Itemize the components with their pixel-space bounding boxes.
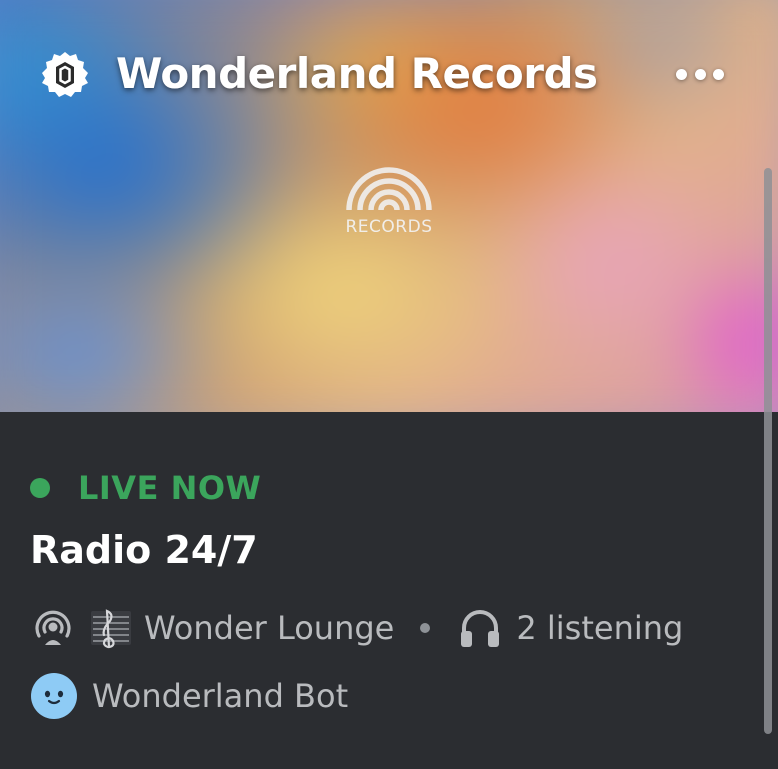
bot-avatar-icon	[31, 673, 77, 719]
more-options-button[interactable]	[668, 56, 732, 92]
live-status-label: LIVE NOW	[78, 469, 262, 507]
more-options-icon	[676, 68, 687, 80]
listening-count: 2 listening	[516, 609, 684, 647]
server-name: Wonderland Records	[116, 49, 598, 98]
live-indicator-icon	[30, 478, 50, 498]
event-meta: Wonder Lounge 2 listening	[30, 604, 683, 652]
stage-event-card: RECORDS Wonderland Records LIVE NOW Radi…	[0, 0, 778, 769]
records-logo: RECORDS	[330, 160, 448, 244]
server-badge-icon	[42, 52, 88, 97]
stage-channel-icon	[35, 610, 71, 645]
event-info: LIVE NOW Radio 24/7 Wonder Lounge 2 list…	[0, 412, 760, 769]
more-options-dot	[694, 68, 706, 80]
event-title[interactable]: Radio 24/7	[30, 524, 258, 576]
server-header: Wonderland Records	[0, 0, 778, 150]
rainbow-arc-icon	[346, 167, 432, 211]
scrollbar[interactable]	[764, 168, 772, 734]
headphones-icon	[461, 610, 500, 647]
live-status: LIVE NOW	[30, 468, 261, 508]
host-name: Wonderland Bot	[92, 677, 349, 715]
channel-name[interactable]: Wonder Lounge	[144, 609, 394, 647]
event-host[interactable]: Wonderland Bot	[30, 670, 348, 722]
treble-clef-sheet-icon	[91, 609, 131, 649]
more-options-dot	[713, 68, 724, 80]
records-logo-text: RECORDS	[345, 217, 433, 237]
separator-dot	[420, 623, 431, 633]
